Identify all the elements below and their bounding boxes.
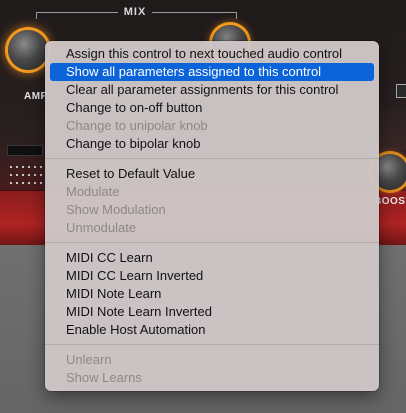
menu-item-show-all-parameters-assigned-to-this-control[interactable]: Show all parameters assigned to this con… (50, 63, 374, 81)
menu-item-change-to-bipolar-knob[interactable]: Change to bipolar knob (50, 135, 374, 153)
menu-item-change-to-on-off-button[interactable]: Change to on-off button (50, 99, 374, 117)
menu-item-clear-all-parameter-assignments-for-this-control[interactable]: Clear all parameter assignments for this… (50, 81, 374, 99)
plugin-toggle-button[interactable] (396, 84, 406, 98)
menu-item-change-to-unipolar-knob: Change to unipolar knob (66, 118, 208, 133)
menu-item-midi-note-learn[interactable]: MIDI Note Learn (50, 285, 374, 303)
meter-dots (10, 166, 42, 168)
menu-separator (45, 158, 379, 159)
context-menu: Assign this control to next touched audi… (45, 41, 379, 391)
mix-section-title: MIX (123, 6, 147, 18)
menu-item-show-modulation: Show Modulation (66, 202, 166, 217)
menu-item-unmodulate: Unmodulate (66, 220, 137, 235)
meter-dots (10, 174, 42, 176)
menu-item-unlearn: Unlearn (66, 352, 112, 367)
meter-dots (10, 182, 42, 184)
menu-item-modulate: Modulate (66, 184, 120, 199)
menu-item-reset-to-default-value[interactable]: Reset to Default Value (50, 165, 374, 183)
menu-item-midi-note-learn-inverted[interactable]: MIDI Note Learn Inverted (50, 303, 374, 321)
menu-item-midi-cc-learn[interactable]: MIDI CC Learn (50, 249, 374, 267)
amp-knob[interactable] (8, 30, 48, 70)
menu-item-enable-host-automation[interactable]: Enable Host Automation (50, 321, 374, 339)
menu-separator (45, 242, 379, 243)
menu-item-assign-this-control-to-next-touched-audio-control[interactable]: Assign this control to next touched audi… (50, 45, 374, 63)
menu-item-midi-cc-learn-inverted[interactable]: MIDI CC Learn Inverted (50, 267, 374, 285)
plugin-display (7, 145, 43, 156)
menu-item-show-learns: Show Learns (66, 370, 142, 385)
menu-separator (45, 344, 379, 345)
